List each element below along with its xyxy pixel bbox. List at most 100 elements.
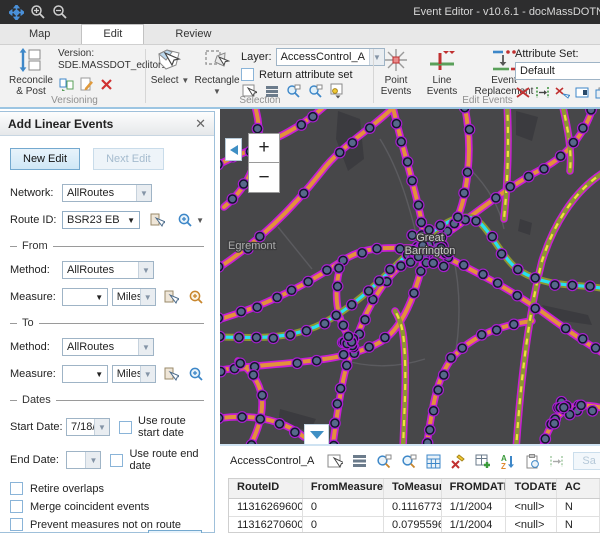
table-cell: N (557, 517, 600, 533)
map-place-label: Barrington (405, 245, 456, 257)
route-id-combo[interactable]: BSR23 EB▼ (62, 211, 140, 229)
save-button[interactable]: Sa (573, 452, 600, 470)
point-events-button[interactable]: Point Events (373, 47, 419, 97)
attribute-set-label: Attribute Set: (515, 48, 600, 60)
checkbox[interactable] (10, 482, 23, 495)
collapse-table-button[interactable] (304, 424, 329, 444)
panel-title: Add Linear Events (8, 117, 195, 131)
dates-legend: Dates (10, 394, 204, 406)
tab-review[interactable]: Review (154, 24, 232, 44)
from-method-dropdown[interactable]: AllRoutes▼ (62, 261, 154, 279)
from-measure-combo[interactable]: ▼ (62, 288, 108, 306)
select-label: Select (151, 75, 179, 86)
chevron-left-icon (230, 145, 238, 155)
route-zoom-icon[interactable] (177, 212, 193, 228)
attribute-table[interactable]: RouteIDFromMeasureToMeasureFROMDATETODAT… (228, 478, 600, 533)
ribbon: Reconcile & Post Version: SDE.MASSDOT_ed… (0, 45, 600, 109)
table-cell: 1/1/2004 (442, 517, 507, 533)
use-route-end-date-checkbox[interactable] (110, 454, 123, 467)
zoom-in-icon[interactable] (28, 3, 48, 21)
from-pick-measure-icon[interactable] (164, 289, 180, 305)
column-header[interactable]: FROMDATE (442, 479, 507, 498)
table-header-row: RouteIDFromMeasureToMeasureFROMDATETODAT… (229, 479, 600, 499)
table-cell: 0.1116773 (384, 499, 442, 516)
to-unit-dropdown[interactable]: Miles▼ (112, 365, 156, 383)
point-events-icon (373, 47, 419, 73)
table-measure-icon[interactable] (549, 453, 564, 469)
column-header[interactable]: TODATE (506, 479, 556, 498)
collapse-panel-button[interactable] (225, 138, 242, 161)
close-icon[interactable]: ✕ (195, 116, 206, 132)
route-id-label: Route ID: (10, 214, 62, 226)
route-zoom-caret-icon[interactable]: ▼ (196, 216, 204, 225)
table-pan-to-selected-icon[interactable] (401, 453, 417, 469)
use-route-end-date-label: Use route end date (129, 448, 204, 472)
column-header[interactable]: AC (557, 479, 600, 498)
attribute-table-panel: AccessControl_A AZ Sa RouteIDFromMeasure… (220, 444, 600, 533)
rectangle-select-button[interactable]: Rectangle ▼ (193, 47, 241, 97)
from-measure-label: Measure: (10, 291, 62, 303)
map-place-label: Egremont (228, 240, 276, 252)
to-method-label: Method: (10, 341, 62, 353)
from-zoom-icon[interactable] (188, 289, 204, 305)
version-value: SDE.MASSDOT_editor1 (58, 60, 148, 72)
network-dropdown[interactable]: AllRoutes▼ (62, 184, 152, 202)
network-label: Network: (10, 187, 62, 199)
reconcile-post-label: Reconcile & Post (9, 75, 53, 97)
to-pick-measure-icon[interactable] (164, 366, 180, 382)
reconcile-post-button[interactable]: Reconcile & Post (6, 47, 56, 97)
map-zoom-in-button[interactable]: + (248, 133, 280, 163)
use-route-start-date-checkbox[interactable] (119, 421, 132, 434)
attribute-set-dropdown[interactable]: Default (515, 62, 600, 80)
checkbox-label: Merge coincident events (30, 501, 149, 513)
tab-map[interactable]: Map (8, 24, 71, 44)
from-legend: From (10, 240, 204, 252)
table-toolbar: AccessControl_A AZ Sa (220, 446, 600, 476)
from-unit-dropdown[interactable]: Miles▼ (112, 288, 156, 306)
zoom-out-icon[interactable] (50, 3, 70, 21)
start-date-picker[interactable]: 7/18/▼ (66, 418, 110, 436)
column-header[interactable]: RouteID (229, 479, 303, 498)
to-legend: To (10, 317, 204, 329)
add-linear-events-panel: Add Linear Events ✕ New Edit Next Edit N… (0, 111, 215, 533)
to-zoom-icon[interactable] (188, 366, 204, 382)
to-measure-combo[interactable]: ▼ (62, 365, 108, 383)
table-add-records-icon[interactable] (475, 453, 491, 469)
tab-edit[interactable]: Edit (81, 24, 144, 44)
table-show-selected-icon[interactable] (352, 453, 367, 469)
table-row[interactable]: 1131626960000.11167731/1/2004<null>N (229, 499, 600, 517)
from-method-label: Method: (10, 264, 62, 276)
checkbox[interactable] (10, 500, 23, 513)
table-row[interactable]: 1131627060000.07955961/1/2004<null>N (229, 517, 600, 533)
return-attribute-set-checkbox[interactable] (241, 68, 254, 81)
select-route-on-map-icon[interactable] (150, 212, 165, 228)
table-clear-selection-icon[interactable] (450, 453, 466, 469)
to-method-dropdown[interactable]: AllRoutes▼ (62, 338, 154, 356)
rectangle-select-icon (193, 47, 241, 73)
title-bar: Event Editor - v10.6.1 - docMassDOTN (0, 0, 600, 24)
new-edit-button[interactable]: New Edit (10, 148, 80, 170)
table-select-icon[interactable] (327, 453, 343, 469)
switch-version-icon[interactable] (58, 76, 75, 92)
select-button[interactable]: Select ▼ (149, 47, 191, 86)
column-header[interactable]: ToMeasure (384, 479, 442, 498)
column-header[interactable]: FromMeasure (303, 479, 384, 498)
edit-version-icon[interactable] (78, 76, 95, 92)
table-sort-icon[interactable]: AZ (500, 453, 516, 469)
checkbox[interactable] (10, 518, 23, 531)
line-events-button[interactable]: Line Events (419, 47, 465, 97)
table-attributes-icon[interactable] (525, 453, 540, 469)
table-zoom-to-selected-icon[interactable] (376, 453, 392, 469)
table-calculate-icon[interactable] (426, 453, 441, 469)
map-canvas[interactable]: EgremontGreatBarrington + − (220, 109, 600, 444)
layer-dropdown[interactable]: AccessControl_A▼ (276, 48, 385, 66)
map-zoom-out-button[interactable]: − (248, 163, 280, 193)
end-date-picker[interactable]: ▼ (66, 451, 101, 469)
svg-text:Z: Z (501, 462, 506, 469)
use-route-start-date-label: Use route start date (138, 415, 204, 439)
option-row: Merge coincident events (10, 500, 204, 513)
return-attribute-set-label: Return attribute set (259, 69, 353, 81)
next-edit-button[interactable]: Next Edit (93, 148, 164, 170)
pan-icon[interactable] (6, 3, 26, 21)
delete-version-icon[interactable] (98, 76, 115, 92)
